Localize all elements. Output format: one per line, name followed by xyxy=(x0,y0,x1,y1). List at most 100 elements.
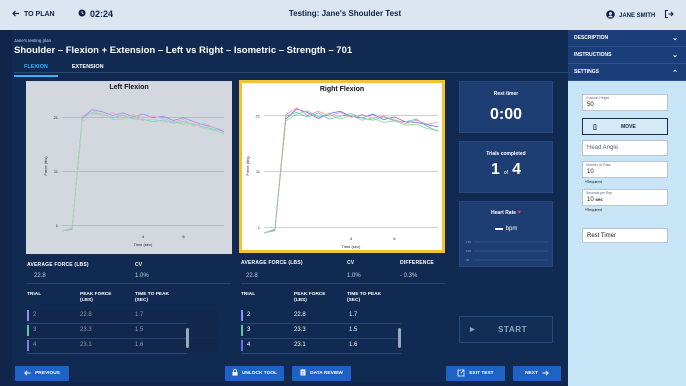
difference-value: - 0.3% xyxy=(400,273,418,279)
series-line xyxy=(263,108,439,234)
trials-of: of xyxy=(503,170,509,176)
trial-number: 3 xyxy=(33,327,37,333)
trial-peak-force: 23.1 xyxy=(294,342,306,348)
tab-extension[interactable]: EXTENSION xyxy=(62,61,114,77)
right-table-scrollbar[interactable] xyxy=(398,328,401,348)
series-line xyxy=(61,112,225,232)
y-axis-label: Force (lbs) xyxy=(43,156,48,176)
data-review-button[interactable]: DATA REVIEW xyxy=(292,366,351,381)
left-chart-plot: 111214 6Time (sec)Force (lbs) xyxy=(43,109,225,247)
rest-timer-label: Rest timer xyxy=(493,91,519,97)
head-angle-placeholder: Head Angle xyxy=(587,145,619,151)
x-axis-label: Time (sec) xyxy=(134,242,153,247)
seconds-per-rep-field[interactable]: Seconds per Rep 10 sec xyxy=(582,189,668,206)
number-of-trials-label: Number of Trials xyxy=(586,163,611,167)
left-cv-label: CV xyxy=(135,262,143,268)
trial-number: 3 xyxy=(247,327,251,333)
move-label: MOVE xyxy=(621,123,636,130)
seconds-value: 10 xyxy=(587,197,594,203)
trial-peak-force: 23.1 xyxy=(80,342,92,348)
trial-color-marker xyxy=(27,340,29,351)
previous-button[interactable]: PREVIOUS xyxy=(15,366,69,381)
cushion-height-value: 50 xyxy=(587,102,594,108)
trial-row[interactable]: 4 23.1 1.6 xyxy=(241,339,431,352)
head-angle-field[interactable]: Head Angle xyxy=(582,140,668,156)
tab-bar: FLEXION EXTENSION xyxy=(14,61,114,77)
x-axis-label: Time (sec) xyxy=(342,244,361,249)
start-button[interactable]: ▶ START xyxy=(459,316,553,343)
y-tick-label: 21 xyxy=(256,113,261,118)
instructions-accordion[interactable]: INSTRUCTIONS ⌄ xyxy=(568,47,686,64)
y-tick-label: 1 xyxy=(258,225,261,230)
heart-rate-label: Heart Rate xyxy=(491,210,517,216)
heart-icon: ♥ xyxy=(517,210,521,216)
heart-rate-unit: bpm xyxy=(505,226,518,232)
trial-number: 2 xyxy=(33,312,37,318)
x-tick-label: 4 xyxy=(142,234,145,239)
trials-completed-value: 1 of 4 xyxy=(460,161,552,179)
trial-color-marker xyxy=(27,310,29,321)
left-trial-header: TRIAL xyxy=(27,292,42,297)
trial-number: 4 xyxy=(247,342,251,348)
trial-row[interactable]: 3 23.3 1.5 xyxy=(241,324,431,337)
seconds-unit: sec xyxy=(595,197,603,202)
rest-timer-value: 0:00 xyxy=(489,106,523,123)
user-name: JANE SMITH xyxy=(619,12,656,19)
trial-peak-force: 22.8 xyxy=(294,312,306,318)
unlock-tool-button[interactable]: UNLOCK TOOL xyxy=(225,366,284,381)
start-label: START xyxy=(498,325,528,334)
y-tick-label: 21 xyxy=(54,115,59,120)
right-cv-value: 1.0% xyxy=(347,273,361,279)
next-button[interactable]: NEXT xyxy=(513,366,561,381)
phone-icon: ▯ xyxy=(593,123,597,131)
description-label: DESCRIPTION xyxy=(574,35,609,41)
trials-completed-label: Trials completed xyxy=(486,151,526,157)
y-tick-label: 11 xyxy=(256,169,261,174)
trial-peak-force: 22.8 xyxy=(80,312,92,318)
settings-accordion[interactable]: SETTINGS ⌃ xyxy=(568,64,686,81)
right-peak-force-header: PEAK FORCE (LBS) xyxy=(294,292,326,303)
trial-row[interactable]: 2 22.8 1.7 xyxy=(241,309,431,322)
rest-timer-placeholder: Rest Timer xyxy=(587,233,617,239)
page-title: Testing: Jane's Shoulder Test xyxy=(288,9,402,18)
trial-row[interactable]: 2 22.8 1.7 xyxy=(27,309,217,322)
number-of-trials-field[interactable]: Number of Trials 10 xyxy=(582,161,668,178)
settings-label: SETTINGS xyxy=(574,69,600,75)
row-divider xyxy=(27,353,187,354)
series-line xyxy=(61,113,225,232)
rest-timer-card: Rest timer 0:00 xyxy=(459,81,553,133)
description-accordion[interactable]: DESCRIPTION ⌄ xyxy=(568,30,686,47)
left-table-scrollbar[interactable] xyxy=(186,328,189,348)
cushion-height-field[interactable]: Cushion Height 50 xyxy=(582,94,668,111)
lock-icon xyxy=(232,369,238,378)
left-peak-force-header: PEAK FORCE (LBS) xyxy=(80,292,112,303)
trial-time-to-peak: 1.6 xyxy=(349,342,358,348)
seconds-per-rep-value: 10 sec xyxy=(587,197,603,203)
series-line xyxy=(61,109,225,232)
user-menu[interactable]: JANE SMITH xyxy=(606,10,655,21)
left-avg-force-value: 22.8 xyxy=(34,273,46,279)
tab-flexion[interactable]: FLEXION xyxy=(14,61,58,77)
heart-rate-mini-chart: 160 100 40 xyxy=(466,240,548,262)
y-tick-label: 11 xyxy=(54,169,59,174)
left-cv-value: 1.0% xyxy=(135,273,149,279)
right-stats-divider xyxy=(241,283,445,284)
move-button[interactable]: ▯ MOVE xyxy=(582,118,668,135)
x-tick-label: 6 xyxy=(182,234,185,239)
trial-time-to-peak: 1.7 xyxy=(135,312,144,318)
series-line xyxy=(263,111,439,234)
previous-label: PREVIOUS xyxy=(35,371,60,376)
difference-label: DIFFERENCE xyxy=(400,260,434,266)
rest-timer-field[interactable]: Rest Timer xyxy=(582,228,668,243)
trial-number: 4 xyxy=(33,342,37,348)
number-of-trials-value: 10 xyxy=(587,169,594,175)
top-bar: TO PLAN 02:24 Testing: Jane's Shoulder T… xyxy=(0,0,686,30)
exit-test-button[interactable]: EXIT TEST xyxy=(446,366,505,381)
logout-button[interactable] xyxy=(664,9,674,21)
tab-divider xyxy=(14,72,568,73)
left-time-to-peak-header: TIME TO PEAK (SEC) xyxy=(135,292,170,303)
trial-time-to-peak: 1.5 xyxy=(349,327,358,333)
arrow-right-icon xyxy=(542,369,549,378)
right-avg-force-value: 22.8 xyxy=(246,273,258,279)
trial-color-marker xyxy=(241,325,243,336)
